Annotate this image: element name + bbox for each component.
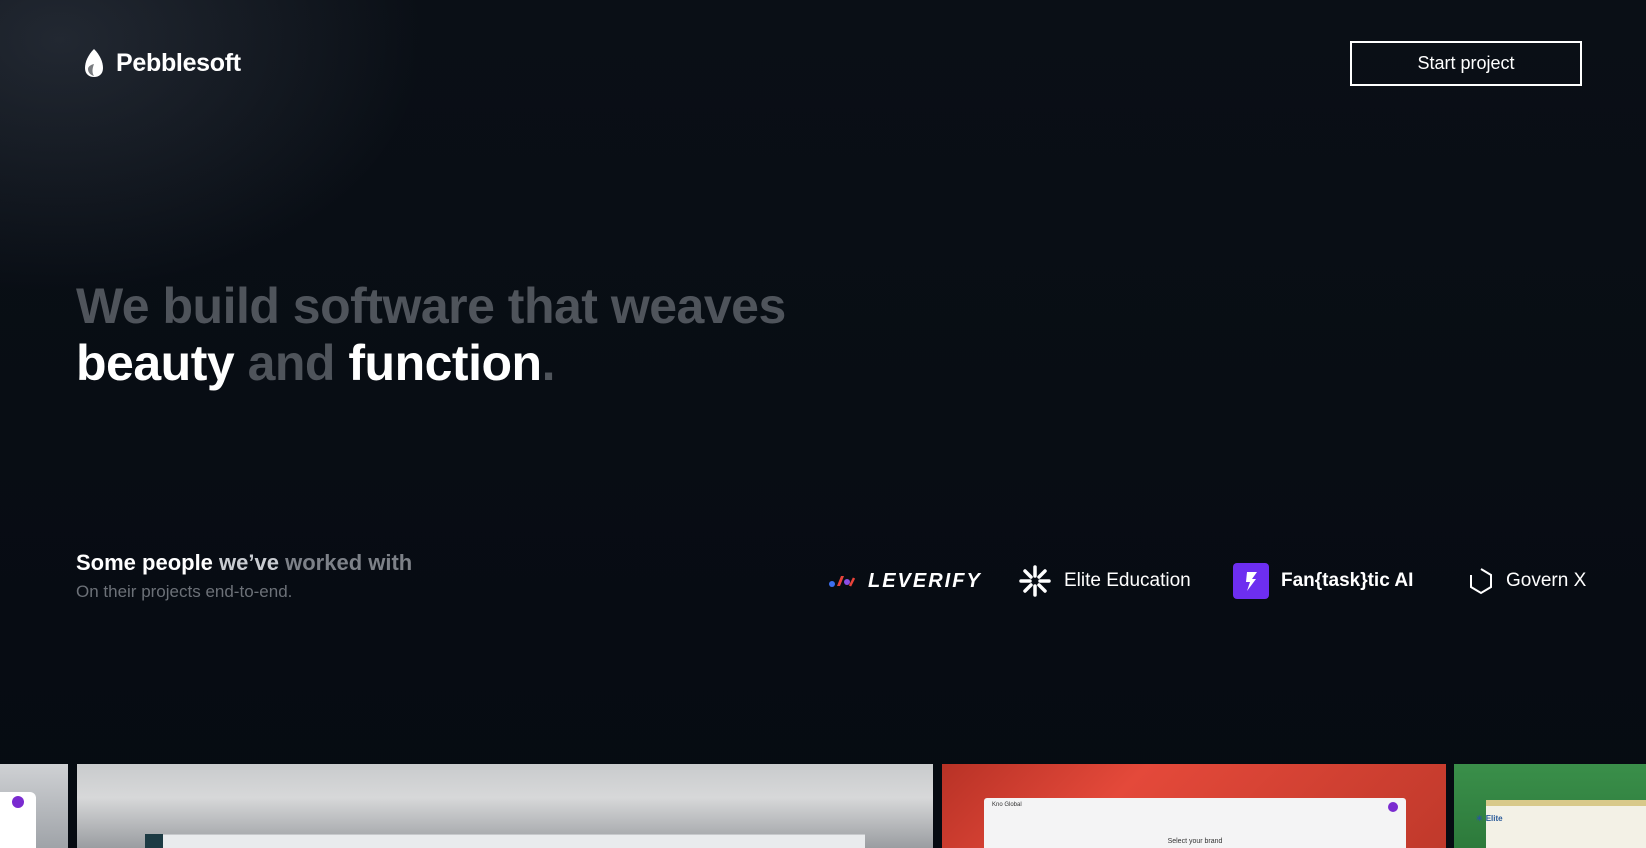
start-project-button[interactable]: Start project: [1350, 41, 1582, 86]
clients-title-part-2: we’ve: [219, 550, 279, 575]
lightning-icon: [1233, 563, 1269, 599]
hero-headline: We build software that weaves beauty and…: [76, 278, 976, 392]
clients-subtitle: On their projects end-to-end.: [76, 582, 293, 601]
avatar: [1388, 802, 1398, 812]
project-card-elite[interactable]: ✳ Elite: [1454, 764, 1646, 848]
clients-heading: Some people we’ve worked with On their p…: [76, 550, 412, 602]
starburst-icon: ✳: [1476, 814, 1483, 823]
hero-word-function: function: [348, 335, 542, 391]
card-preview-brand-name: Elite: [1485, 814, 1503, 823]
card-preview-label: Select your brand: [1167, 838, 1223, 845]
card-preview-panel: Kno Global Select your brand: [984, 798, 1406, 848]
project-card-govern[interactable]: [77, 764, 933, 848]
project-card-kno-global[interactable]: Kno Global Select your brand: [942, 764, 1446, 848]
hexagon-icon: [1470, 568, 1492, 595]
client-name: Elite Education: [1064, 570, 1191, 591]
leverify-logo-icon: [829, 576, 856, 587]
client-name: Govern X: [1506, 570, 1587, 591]
project-card-partial-left[interactable]: [0, 764, 68, 848]
brand-logo[interactable]: Pebblesoft: [84, 48, 241, 78]
card-preview-panel: [145, 834, 865, 848]
hero-line-1: We build software that weaves: [76, 278, 786, 334]
site-header: Pebblesoft Start project: [0, 0, 1646, 130]
app-icon: [145, 834, 163, 848]
pebble-logo-icon: [85, 49, 103, 77]
clients-title: Some people we’ve worked with: [76, 550, 412, 576]
avatar: [12, 796, 24, 808]
card-preview-panel: [1486, 800, 1646, 848]
clients-title-part-1: Some people: [76, 550, 213, 575]
client-logo-govern-x: Govern X: [1468, 562, 1586, 600]
client-logo-fantastic-ai: Fan{task}tic AI: [1233, 562, 1413, 600]
hero-period: .: [541, 335, 556, 391]
card-preview-brand: ✳ Elite: [1476, 814, 1503, 823]
clients-title-part-3: worked with: [285, 550, 413, 575]
hero-word-beauty: beauty: [76, 335, 235, 391]
starburst-icon: [1019, 565, 1051, 597]
brand-name: Pebblesoft: [116, 48, 241, 77]
client-logo-elite-education: Elite Education: [1018, 562, 1191, 600]
card-preview-title: Kno Global: [992, 802, 1022, 808]
client-name: Fan{task}tic AI: [1281, 570, 1414, 591]
hero-word-and: and: [247, 335, 336, 391]
client-name: LEVERIFY: [868, 569, 982, 592]
client-logo-leverify: LEVERIFY: [828, 562, 982, 600]
